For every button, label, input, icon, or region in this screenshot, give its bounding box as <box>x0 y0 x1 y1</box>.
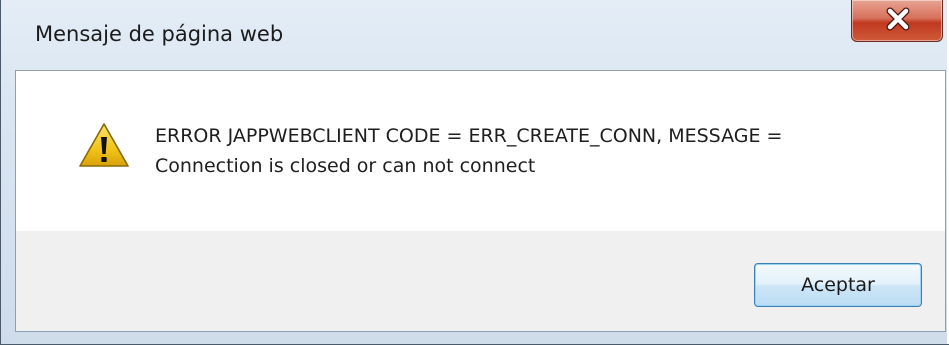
error-message: ERROR JAPPWEBCLIENT CODE = ERR_CREATE_CO… <box>155 121 915 181</box>
error-message-line-2: Connection is closed or can not connect <box>155 155 536 177</box>
close-icon <box>886 7 910 31</box>
button-bar: Aceptar <box>16 231 945 331</box>
dialog-content: ERROR JAPPWEBCLIENT CODE = ERR_CREATE_CO… <box>15 70 946 332</box>
error-message-line-1: ERROR JAPPWEBCLIENT CODE = ERR_CREATE_CO… <box>155 125 783 147</box>
accept-button[interactable]: Aceptar <box>754 263 922 307</box>
message-panel: ERROR JAPPWEBCLIENT CODE = ERR_CREATE_CO… <box>16 71 945 231</box>
warning-icon <box>79 123 129 167</box>
title-bar[interactable]: Mensaje de página web <box>1 0 947 68</box>
message-dialog: Mensaje de página web ERROR JAPPWEBCLIEN… <box>0 0 949 345</box>
window-title: Mensaje de página web <box>35 22 284 46</box>
close-button[interactable] <box>851 0 943 42</box>
